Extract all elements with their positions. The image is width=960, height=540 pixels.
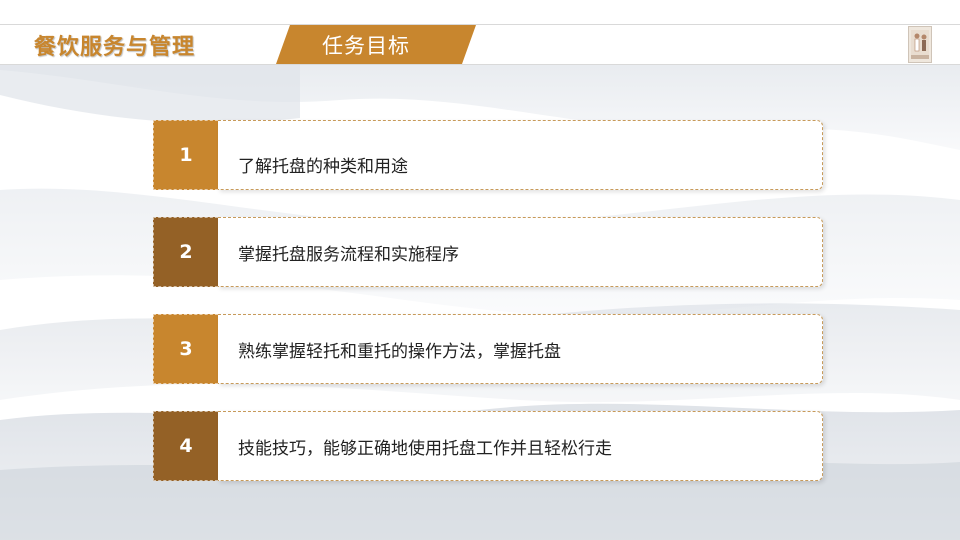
goal-item: 1 了解托盘的种类和用途 xyxy=(153,120,823,190)
goal-text: 了解托盘的种类和用途 xyxy=(238,156,408,177)
goal-text-box: 掌握托盘服务流程和实施程序 xyxy=(218,217,823,287)
header-top-rule xyxy=(0,24,960,25)
goal-text: 掌握托盘服务流程和实施程序 xyxy=(238,244,459,265)
goal-text: 熟练掌握轻托和重托的操作方法，掌握托盘 xyxy=(238,341,561,362)
goal-text-box: 熟练掌握轻托和重托的操作方法，掌握托盘 xyxy=(218,314,823,384)
slide: 餐饮服务与管理 任务目标 1 了解托盘的种类和用途 2 掌握托盘服务流程和实施程… xyxy=(0,0,960,540)
header-bottom-rule xyxy=(0,64,960,65)
goal-number-badge: 4 xyxy=(153,411,218,481)
goal-number-badge: 2 xyxy=(153,217,218,287)
course-title: 餐饮服务与管理 xyxy=(34,35,196,60)
goal-item: 4 技能技巧，能够正确地使用托盘工作并且轻松行走 xyxy=(153,411,823,481)
goal-text-box: 技能技巧，能够正确地使用托盘工作并且轻松行走 xyxy=(218,411,823,481)
goal-item: 3 熟练掌握轻托和重托的操作方法，掌握托盘 xyxy=(153,314,823,384)
goal-number-badge: 1 xyxy=(153,120,218,190)
section-title: 任务目标 xyxy=(322,34,410,58)
goal-number-badge: 3 xyxy=(153,314,218,384)
corner-thumbnail-image xyxy=(908,26,932,63)
goal-text-box: 了解托盘的种类和用途 xyxy=(218,120,823,190)
goal-item: 2 掌握托盘服务流程和实施程序 xyxy=(153,217,823,287)
section-tab: 任务目标 xyxy=(276,25,476,64)
goal-text: 技能技巧，能够正确地使用托盘工作并且轻松行走 xyxy=(238,438,612,459)
